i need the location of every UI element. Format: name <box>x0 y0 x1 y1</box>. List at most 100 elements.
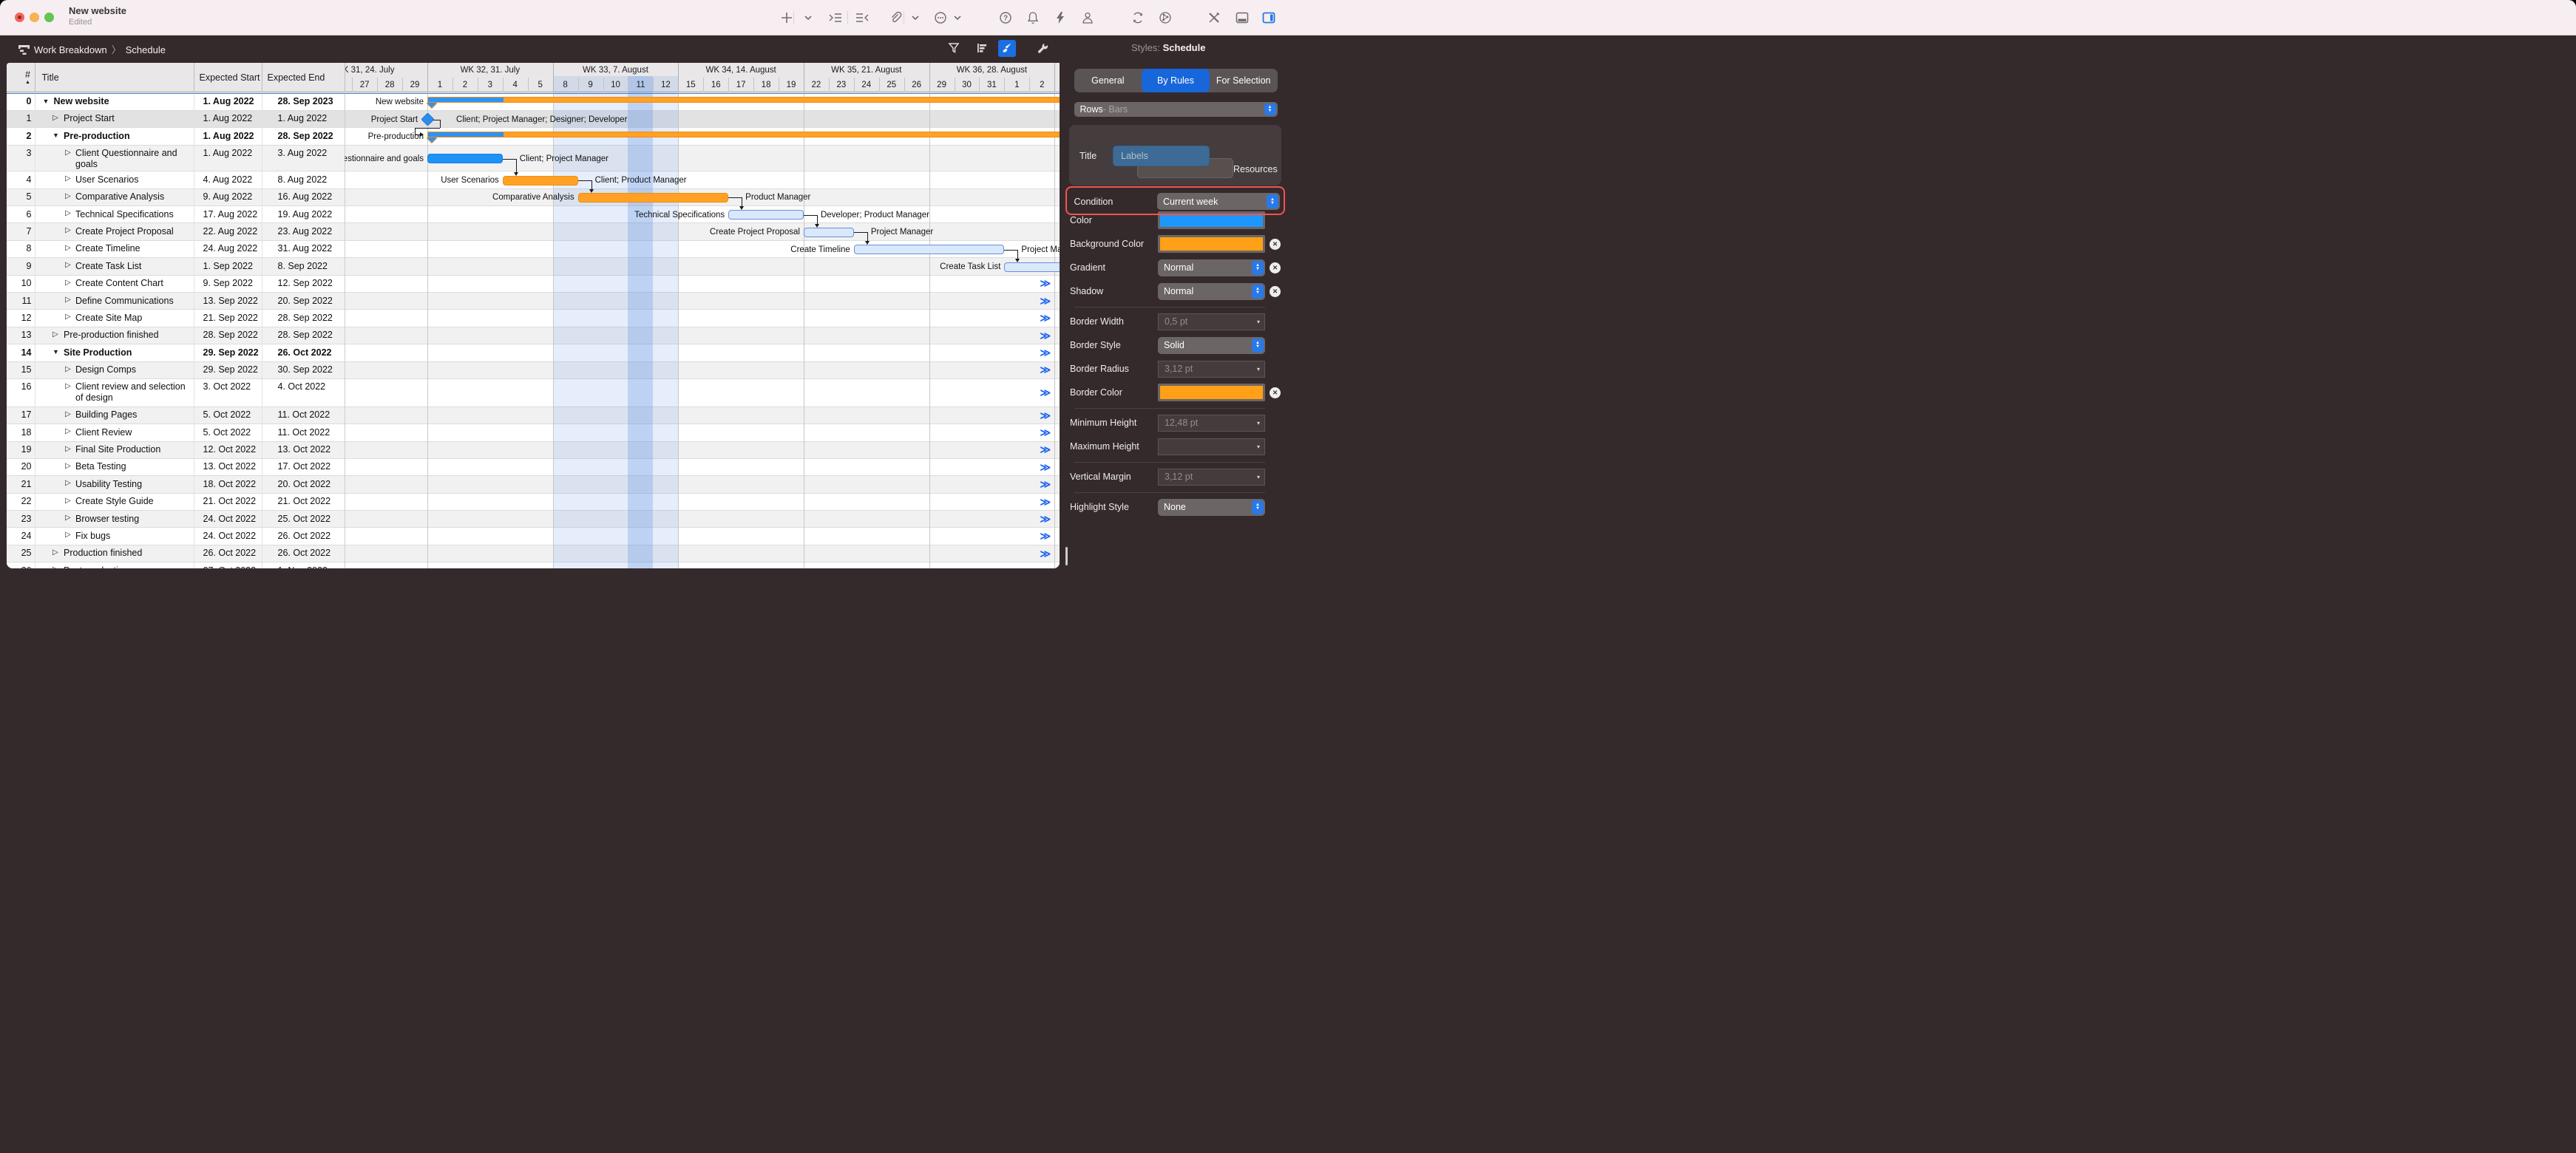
gantt-bar[interactable] <box>728 210 804 220</box>
summary-bar[interactable] <box>427 97 1060 103</box>
column-header-title[interactable]: Title <box>42 63 59 92</box>
bell-icon[interactable] <box>1026 10 1040 25</box>
disclosure-collapsed-icon[interactable]: ▷ <box>65 149 71 157</box>
disclosure-collapsed-icon[interactable]: ▷ <box>65 497 71 505</box>
disclosure-collapsed-icon[interactable]: ▷ <box>65 531 71 539</box>
rule-target-popup[interactable]: Rows - Bars ▲▼ <box>1074 102 1278 117</box>
gantt-bar[interactable] <box>503 176 578 186</box>
remove-shadow-button[interactable]: ✕ <box>1270 286 1281 297</box>
overflow-right-icon[interactable]: ≫ <box>1040 548 1050 560</box>
disclosure-collapsed-icon[interactable]: ▷ <box>65 296 71 304</box>
disclosure-collapsed-icon[interactable]: ▷ <box>65 261 71 269</box>
summary-bar[interactable] <box>427 132 1060 137</box>
disclosure-collapsed-icon[interactable]: ▷ <box>65 313 71 321</box>
indent-icon[interactable] <box>828 10 843 25</box>
overflow-right-icon[interactable]: ≫ <box>1040 513 1050 526</box>
disclosure-collapsed-icon[interactable]: ▷ <box>52 114 58 122</box>
milestone-diamond[interactable] <box>421 112 434 126</box>
disclosure-collapsed-icon[interactable]: ▷ <box>65 192 71 200</box>
tools-icon[interactable] <box>1207 10 1221 25</box>
labels-field[interactable]: Labels <box>1113 146 1210 166</box>
overflow-right-icon[interactable]: ≫ <box>1040 409 1050 421</box>
maximum-height-combo[interactable]: ▾ <box>1158 438 1265 455</box>
pane-splitter-handle[interactable] <box>1065 547 1068 565</box>
minimize-button[interactable] <box>30 13 39 22</box>
overflow-right-icon[interactable]: ≫ <box>1040 312 1050 324</box>
overflow-right-icon[interactable]: ≫ <box>1040 277 1050 290</box>
overflow-right-icon[interactable]: ≫ <box>1040 478 1050 491</box>
wrench-icon[interactable] <box>1034 40 1051 57</box>
network-icon[interactable] <box>1158 10 1173 25</box>
remove-gradient-button[interactable]: ✕ <box>1270 262 1281 273</box>
tab-general[interactable]: General <box>1074 69 1142 93</box>
gradient-popup[interactable]: Normal▲▼ <box>1158 259 1265 276</box>
gantt-bar[interactable] <box>578 193 729 203</box>
breadcrumb-parent[interactable]: Work Breakdown <box>34 44 107 55</box>
disclosure-collapsed-icon[interactable]: ▷ <box>65 410 71 418</box>
disclosure-collapsed-icon[interactable]: ▷ <box>52 565 58 568</box>
highlight-style-popup[interactable]: None▲▼ <box>1158 499 1265 516</box>
disclosure-collapsed-icon[interactable]: ▷ <box>65 174 71 183</box>
disclosure-collapsed-icon[interactable]: ▷ <box>65 479 71 487</box>
disclosure-collapsed-icon[interactable]: ▷ <box>65 365 71 373</box>
attach-icon[interactable] <box>888 10 903 25</box>
overflow-right-icon[interactable]: ≫ <box>1040 347 1050 359</box>
column-header-num[interactable]: #▲ <box>20 63 36 92</box>
background-color-colorwell[interactable] <box>1158 235 1265 253</box>
overflow-right-icon[interactable]: ≫ <box>1040 329 1050 341</box>
user-icon[interactable] <box>1080 10 1095 25</box>
disclosure-collapsed-icon[interactable]: ▷ <box>65 514 71 522</box>
overflow-right-icon[interactable]: ≫ <box>1040 295 1050 307</box>
gantt-bar[interactable] <box>427 154 503 163</box>
border-width-combo[interactable]: 0,5 pt▾ <box>1158 313 1265 330</box>
vertical-margin-combo[interactable]: 3,12 pt▾ <box>1158 469 1265 486</box>
disclosure-collapsed-icon[interactable]: ▷ <box>65 462 71 470</box>
overflow-right-icon[interactable]: ≫ <box>1040 530 1050 543</box>
border-radius-combo[interactable]: 3,12 pt▾ <box>1158 361 1265 378</box>
disclosure-collapsed-icon[interactable]: ▷ <box>52 548 58 557</box>
overflow-right-icon[interactable]: ≫ <box>1040 443 1050 456</box>
overflow-right-icon[interactable]: ≫ <box>1040 461 1050 474</box>
close-button[interactable] <box>15 13 24 22</box>
panel-bottom-icon[interactable] <box>1235 10 1250 25</box>
outdent-icon[interactable] <box>855 10 870 25</box>
overflow-right-icon[interactable]: ≫ <box>1040 364 1050 376</box>
overflow-right-icon[interactable]: ≫ <box>1040 426 1050 439</box>
disclosure-collapsed-icon[interactable]: ▷ <box>65 226 71 234</box>
border-color-colorwell[interactable] <box>1158 384 1265 401</box>
remove-border-color-button[interactable]: ✕ <box>1270 387 1281 398</box>
add-icon[interactable] <box>779 10 794 25</box>
overflow-right-icon[interactable]: ≫ <box>1040 495 1050 508</box>
zoom-button[interactable] <box>44 13 54 22</box>
disclosure-collapsed-icon[interactable]: ▷ <box>65 209 71 217</box>
shadow-popup[interactable]: Normal▲▼ <box>1158 283 1265 300</box>
disclosure-expanded-icon[interactable]: ▼ <box>52 348 59 356</box>
border-style-popup[interactable]: Solid▲▼ <box>1158 337 1265 354</box>
gantt-bar[interactable] <box>804 228 854 237</box>
tab-by-rules[interactable]: By Rules <box>1142 69 1210 93</box>
disclosure-collapsed-icon[interactable]: ▷ <box>65 427 71 435</box>
disclosure-collapsed-icon[interactable]: ▷ <box>52 330 58 339</box>
breadcrumb[interactable]: Work Breakdown〉Schedule <box>34 42 166 56</box>
disclosure-expanded-icon[interactable]: ▼ <box>52 132 59 139</box>
breadcrumb-current[interactable]: Schedule <box>126 44 166 55</box>
remove-background-color-button[interactable]: ✕ <box>1270 239 1281 250</box>
filter-icon[interactable] <box>945 40 963 57</box>
disclosure-collapsed-icon[interactable]: ▷ <box>65 382 71 390</box>
column-header-end[interactable]: Expected End <box>268 63 325 92</box>
outline-icon[interactable] <box>973 40 991 57</box>
help-icon[interactable]: ? <box>998 10 1013 25</box>
chevron-down-icon[interactable] <box>801 10 816 25</box>
gantt-bar[interactable] <box>1004 262 1060 272</box>
column-header-start[interactable]: Expected Start <box>200 63 260 92</box>
chevron-down-icon[interactable] <box>908 10 923 25</box>
sync-icon[interactable] <box>1131 10 1145 25</box>
disclosure-collapsed-icon[interactable]: ▷ <box>65 279 71 287</box>
style-brush-icon[interactable] <box>998 40 1016 57</box>
disclosure-expanded-icon[interactable]: ▼ <box>43 98 50 105</box>
gantt-bar[interactable] <box>854 245 1005 254</box>
more-circle-icon[interactable] <box>933 10 948 25</box>
panel-right-icon[interactable] <box>1261 10 1276 25</box>
chevron-down-icon[interactable] <box>950 10 965 25</box>
tab-for-selection[interactable]: For Selection <box>1210 69 1278 93</box>
